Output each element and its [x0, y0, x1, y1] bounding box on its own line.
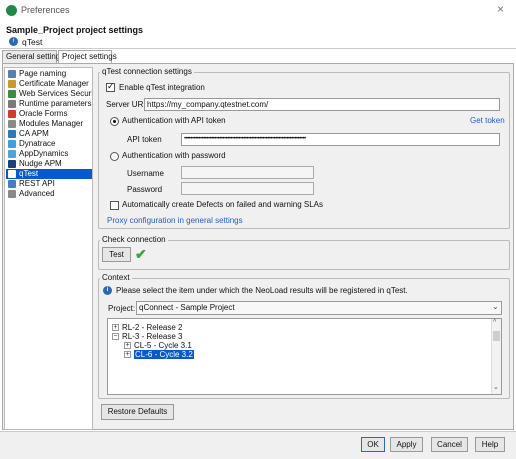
enable-qtest-label: Enable qTest integration [119, 83, 205, 92]
auto-defects-checkbox[interactable] [110, 201, 119, 210]
app-icon [6, 5, 17, 16]
scroll-thumb[interactable] [493, 331, 500, 341]
restore-defaults-button[interactable]: Restore Defaults [101, 404, 174, 420]
tree-scrollbar[interactable]: ^ ⌄ [491, 319, 501, 394]
tree-item-label: CL-6 - Cycle 3.2 [134, 350, 194, 359]
auth-password-radio[interactable] [110, 152, 119, 161]
test-button[interactable]: Test [102, 247, 131, 262]
sidebar-item-ca-apm[interactable]: CA APM [6, 129, 92, 139]
sidebar-item-page-naming[interactable]: Page naming [6, 69, 92, 79]
runtime-icon [8, 100, 16, 108]
sidebar-item-label: Advanced [19, 189, 55, 198]
context-info-text: Please select the item under which the N… [116, 286, 408, 295]
auth-password-label: Authentication with password [122, 151, 226, 160]
sidebar-item-advanced[interactable]: Advanced [6, 189, 92, 199]
get-token-link[interactable]: Get token [470, 116, 505, 126]
sidebar-item-modules-manager[interactable]: Modules Manager [6, 119, 92, 129]
sidebar-item-label: Certificate Manager [19, 79, 89, 88]
tree-expander-icon[interactable]: + [124, 351, 131, 359]
connection-settings-legend: qTest connection settings [100, 67, 194, 76]
tree-item-label: CL-5 - Cycle 3.1 [134, 341, 192, 350]
cancel-button[interactable]: Cancel [431, 437, 468, 452]
auth-token-radio[interactable] [110, 117, 119, 126]
chevron-down-icon[interactable]: ⌄ [492, 302, 499, 311]
proxy-configuration-link[interactable]: Proxy configuration in general settings [107, 216, 243, 226]
server-url-label: Server URL [106, 100, 148, 109]
server-url-input[interactable]: https://my_company.qtestnet.com/ [144, 98, 500, 111]
username-input[interactable] [181, 166, 314, 179]
page-icon [8, 70, 16, 78]
close-icon[interactable]: × [497, 2, 504, 16]
username-label: Username [127, 169, 164, 178]
sidebar-item-appdynamics[interactable]: AppDynamics [6, 149, 92, 159]
sidebar-item-label: Modules Manager [19, 119, 84, 128]
qtest-icon [8, 170, 16, 178]
web-services-icon [8, 90, 16, 98]
context-legend: Context [100, 273, 132, 282]
ok-button[interactable]: OK [361, 437, 385, 452]
oracle-icon [8, 110, 16, 118]
api-token-label: API token [127, 135, 162, 144]
sidebar-item-label: AppDynamics [19, 149, 69, 158]
header-divider [0, 48, 516, 49]
tree-item-label: RL-3 - Release 3 [122, 332, 183, 341]
page-subtitle: qTest [22, 37, 43, 47]
gear-icon [8, 190, 16, 198]
help-button[interactable]: Help [475, 437, 505, 452]
check-icon: ✔ [135, 246, 147, 262]
auth-token-label: Authentication with API token [122, 116, 226, 125]
sidebar-item-label: qTest [19, 169, 39, 178]
ca-apm-icon [8, 130, 16, 138]
sidebar-item-label: CA APM [19, 129, 49, 138]
page-title: Sample_Project project settings [6, 25, 144, 35]
sidebar-item-certificate-manager[interactable]: Certificate Manager [6, 79, 92, 89]
scroll-up-icon[interactable]: ^ [493, 319, 496, 326]
sidebar-item-runtime-parameters[interactable]: Runtime parameters [6, 99, 92, 109]
tree-expander-icon[interactable]: − [112, 333, 119, 341]
tree-item[interactable]: + CL-6 - Cycle 3.2 [124, 350, 194, 360]
window-title: Preferences [21, 5, 70, 15]
sidebar-item-web-services-security[interactable]: Web Services Security [6, 89, 92, 99]
title-bar [0, 0, 516, 20]
sidebar-item-label: Web Services Security [19, 89, 92, 98]
sidebar-item-rest-api[interactable]: REST API [6, 179, 92, 189]
context-tree[interactable]: + RL-2 - Release 2− RL-3 - Release 3 + CL-5 … [107, 318, 502, 395]
nudge-icon [8, 160, 16, 168]
modules-icon [8, 120, 16, 128]
sidebar-item-label: Nudge APM [19, 159, 62, 168]
sidebar-item-nudge-apm[interactable]: Nudge APM [6, 159, 92, 169]
apply-button[interactable]: Apply [390, 437, 423, 452]
qtest-icon: i [9, 37, 18, 46]
scroll-down-icon[interactable]: ⌄ [493, 383, 499, 391]
enable-qtest-checkbox[interactable] [106, 81, 115, 92]
tree-item-label: RL-2 - Release 2 [122, 323, 183, 332]
sidebar-item-oracle-forms[interactable]: Oracle Forms [6, 109, 92, 119]
appdynamics-icon [8, 150, 16, 158]
certificate-icon [8, 80, 16, 88]
check-connection-legend: Check connection [100, 235, 168, 244]
sidebar-item-label: REST API [19, 179, 55, 188]
project-label: Project: [108, 304, 136, 313]
tab-general-settings[interactable]: General settings [2, 50, 64, 64]
api-token-input[interactable]: ••••••••••••••••••••••••••••••••••••••••… [181, 133, 500, 146]
sidebar: Page naming Certificate Manager Web Servic… [4, 67, 93, 430]
sidebar-item-label: Dynatrace [19, 139, 56, 148]
check-connection-group [98, 240, 510, 270]
password-label: Password [127, 185, 163, 194]
auto-defects-label: Automatically create Defects on failed a… [122, 200, 323, 209]
tree-expander-icon[interactable]: + [124, 342, 131, 350]
sidebar-item-label: Runtime parameters [19, 99, 92, 108]
sidebar-item-qtest[interactable]: qTest [6, 169, 92, 179]
sidebar-item-label: Oracle Forms [19, 109, 68, 118]
project-select-value: qConnect - Sample Project [139, 303, 235, 312]
password-input[interactable] [181, 182, 314, 195]
sidebar-item-dynatrace[interactable]: Dynatrace [6, 139, 92, 149]
rest-api-icon [8, 180, 16, 188]
info-icon: i [103, 286, 112, 295]
sidebar-item-label: Page naming [19, 69, 67, 78]
tree-expander-icon[interactable]: + [112, 324, 119, 332]
dynatrace-icon [8, 140, 16, 148]
project-select[interactable]: qConnect - Sample Project [136, 301, 502, 315]
